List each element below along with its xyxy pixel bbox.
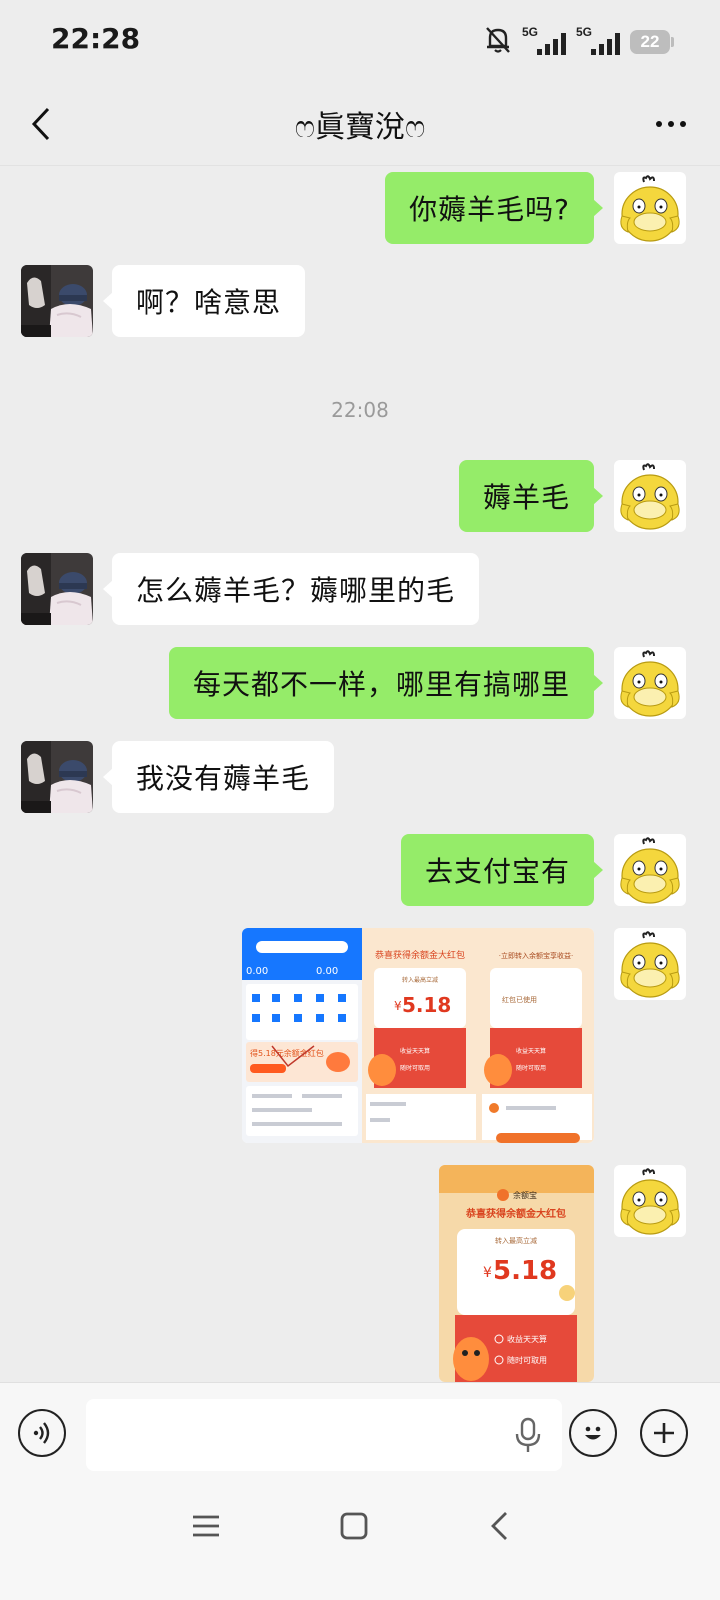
message-text: 你薅羊毛吗?	[409, 193, 570, 226]
message-bubble-self[interactable]: 每天都不一样，哪里有搞哪里	[168, 647, 604, 719]
signal-label: 5G	[576, 25, 593, 39]
message-text: 啊？啥意思	[136, 286, 282, 319]
panel2-currency: ¥	[394, 999, 402, 1013]
back-nav-icon	[491, 1512, 507, 1540]
app-name: 余额宝	[513, 1190, 537, 1200]
microphone-icon	[515, 1417, 541, 1452]
system-back-button[interactable]	[488, 1510, 512, 1542]
status-bar: 22:28 5G 5G 22	[0, 0, 720, 84]
message-bubble-self[interactable]: 薅羊毛	[458, 460, 604, 532]
screenshot-collage-image: 0.00 0.00 得5.18元余额金红包 恭喜获得余额金大红包 转入最高立减 …	[242, 928, 594, 1143]
chat-title: ෆ眞寶涗ෆ	[294, 110, 426, 145]
menu-icon	[193, 1515, 219, 1537]
message-bubble-self[interactable]: 你薅羊毛吗?	[385, 172, 603, 244]
chat-header: ෆ眞寶涗ෆ	[0, 84, 720, 166]
avatar-self[interactable]	[614, 172, 686, 244]
home-square-icon	[340, 1512, 368, 1540]
header-divider	[0, 165, 720, 166]
microphone-button[interactable]	[508, 1413, 548, 1457]
avatar-contact[interactable]	[21, 265, 93, 337]
avatar-self[interactable]	[614, 834, 686, 906]
red-packet-amount: 5.18	[493, 1256, 557, 1286]
avatar-self[interactable]	[614, 928, 686, 1000]
message-bubble-contact[interactable]: 怎么薅羊毛？薅哪里的毛	[102, 553, 480, 625]
more-button[interactable]	[646, 96, 696, 152]
message-input[interactable]	[86, 1399, 562, 1471]
panel2-item1: 收益天天算	[400, 1047, 430, 1055]
signal-icon: 5G	[576, 25, 620, 57]
panel2-title: 恭喜获得余额金大红包	[375, 949, 465, 961]
more-functions-button[interactable]	[640, 1409, 688, 1457]
panel2-item2: 随时可取用	[400, 1064, 430, 1072]
avatar-self[interactable]	[614, 460, 686, 532]
red-packet-title: 恭喜获得余额金大红包	[465, 1207, 566, 1220]
message-bubble-self[interactable]: 去支付宝有	[400, 834, 604, 906]
message-text: 怎么薅羊毛？薅哪里的毛	[136, 574, 456, 607]
signal-icon: 5G	[522, 25, 566, 57]
emoji-button[interactable]	[569, 1409, 617, 1457]
panel3-item2: 随时可取用	[516, 1064, 546, 1072]
battery-level: 22	[640, 32, 660, 51]
red-packet-sub: 转入最高立减	[495, 1236, 537, 1245]
message-text: 去支付宝有	[424, 855, 570, 888]
panel2-amount: 5.18	[402, 993, 451, 1017]
system-nav-bar	[0, 1488, 720, 1600]
menu-button[interactable]	[190, 1510, 222, 1542]
emoji-icon	[585, 1426, 601, 1440]
more-dots-icon	[656, 121, 662, 127]
message-text: 每天都不一样，哪里有搞哪里	[192, 668, 570, 701]
message-text: 薅羊毛	[482, 481, 570, 514]
plus-icon	[654, 1423, 674, 1443]
avatar-contact[interactable]	[21, 553, 93, 625]
message-timestamp: 22:08	[331, 398, 389, 422]
avatar-self[interactable]	[614, 647, 686, 719]
message-bubble-contact[interactable]: 我没有薅羊毛	[102, 741, 335, 813]
battery-icon: 22	[630, 30, 674, 54]
home-button[interactable]	[338, 1510, 370, 1542]
input-bar	[0, 1382, 720, 1489]
signal-label: 5G	[522, 25, 539, 39]
panel1-balance: 0.00	[246, 966, 268, 977]
avatar-contact[interactable]	[21, 741, 93, 813]
mute-bell-icon	[484, 25, 512, 59]
status-icons: 5G 5G 22	[484, 24, 674, 60]
panel1-balance-2: 0.00	[316, 966, 338, 977]
status-time: 22:28	[51, 22, 141, 55]
red-packet-image: 余额宝 恭喜获得余额金大红包 转入最高立减 ¥ 5.18 收益天天算 随时可取用	[439, 1165, 594, 1382]
image-message[interactable]: 余额宝 恭喜获得余额金大红包 转入最高立减 ¥ 5.18 收益天天算 随时可取用	[439, 1165, 594, 1382]
image-message[interactable]: 0.00 0.00 得5.18元余额金红包 恭喜获得余额金大红包 转入最高立减 …	[242, 928, 594, 1143]
red-packet-currency: ¥	[483, 1265, 492, 1281]
avatar-self[interactable]	[614, 1165, 686, 1237]
voice-mode-button[interactable]	[18, 1409, 66, 1457]
message-bubble-contact[interactable]: 啊？啥意思	[102, 265, 306, 337]
voice-mode-icon	[33, 1422, 50, 1444]
red-packet-item2: 随时可取用	[507, 1355, 547, 1365]
panel3-status: 红包已使用	[502, 995, 537, 1004]
panel2-sub: 转入最高立减	[402, 976, 438, 984]
panel3-item1: 收益天天算	[516, 1047, 546, 1055]
red-packet-item1: 收益天天算	[507, 1334, 547, 1344]
message-text: 我没有薅羊毛	[136, 762, 311, 795]
panel3-title: ·立即转入余额宝享收益·	[499, 951, 573, 960]
panel1-promo: 得5.18元余额金红包	[250, 1048, 324, 1058]
